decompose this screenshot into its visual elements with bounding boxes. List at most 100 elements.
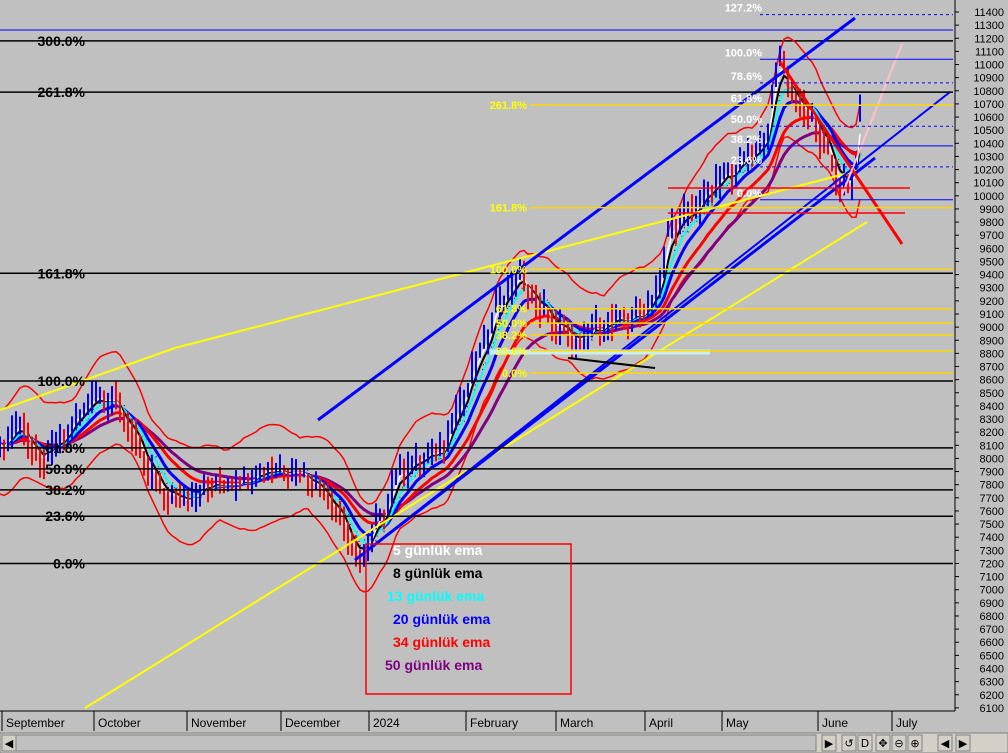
price-tick-label: 10900 [973, 73, 1004, 85]
price-tick-label: 9500 [980, 256, 1004, 268]
fib-main-label: 50.0% [45, 461, 85, 477]
price-tick-label: 10300 [973, 151, 1004, 163]
price-tick-label: 8300 [980, 414, 1004, 426]
price-tick-label: 7400 [980, 532, 1004, 544]
fib-inner-label: 50.0% [731, 114, 762, 126]
zoom-in-button-label: ⊕ [910, 737, 919, 750]
price-tick-label: 10200 [973, 165, 1004, 177]
fib-main-label: 300.0% [38, 33, 86, 49]
scroll-left-button-label: ◀ [5, 737, 14, 750]
fib-main-label: 100.0% [38, 373, 86, 389]
price-tick-label: 7800 [980, 480, 1004, 492]
fib-inner-label: 127.2% [725, 3, 763, 15]
legend-item: 50 günlük ema [385, 657, 482, 673]
price-tick-label: 9600 [980, 243, 1004, 255]
price-tick-label: 7500 [980, 519, 1004, 531]
month-label: November [191, 716, 246, 730]
price-tick-label: 8800 [980, 348, 1004, 360]
price-axis: 6100620063006400 650066006700680069007000… [954, 0, 1008, 715]
fib-inner-label: 0.0% [737, 188, 762, 200]
month-label: May [726, 716, 749, 730]
fib-yellow-label: 161.8% [490, 203, 528, 215]
month-label: February [470, 716, 518, 730]
scroll-right-button-label: ▶ [825, 737, 834, 750]
fib-yellow-label: 23.6% [496, 346, 527, 358]
price-tick-label: 7200 [980, 558, 1004, 570]
price-tick-label: 9800 [980, 217, 1004, 229]
month-label: April [649, 716, 673, 730]
price-tick-label: 7100 [980, 572, 1004, 584]
price-tick-label: 8100 [980, 440, 1004, 452]
price-tick-label: 6100 [980, 703, 1004, 715]
fib-inner-label: 100.0% [725, 47, 763, 59]
month-label: 2024 [373, 716, 400, 730]
price-tick-label: 6400 [980, 664, 1004, 676]
price-tick-label: 6200 [980, 690, 1004, 702]
scrollbar[interactable]: ◀ ▶ ↺ D ✥ ⊖ ⊕ ◀ ▶ [0, 732, 1008, 753]
price-tick-label: 7700 [980, 493, 1004, 505]
price-tick-label: 7600 [980, 506, 1004, 518]
price-tick-label: 9400 [980, 270, 1004, 282]
legend-item: 34 günlük ema [393, 634, 490, 650]
month-label: December [285, 716, 340, 730]
legend-item: 13 günlük ema [387, 588, 484, 604]
fib-inner-label: 38.2% [731, 134, 762, 146]
fib-yellow-label: 261.8% [490, 100, 528, 112]
month-label: March [560, 716, 593, 730]
price-tick-label: 8200 [980, 427, 1004, 439]
fib-yellow-label: 38.2% [496, 330, 527, 342]
month-label: June [822, 716, 848, 730]
price-tick-label: 7300 [980, 545, 1004, 557]
fib-yellow-label: 61.8% [496, 304, 527, 316]
fib-main-label: 38.2% [45, 482, 85, 498]
fib-main-label: 261.8% [38, 84, 86, 100]
fib-yellow-label: 100.0% [490, 264, 528, 276]
fib-yellow-label: 0.0% [502, 368, 527, 380]
price-tick-label: 7900 [980, 467, 1004, 479]
price-tick-label: 11200 [974, 33, 1004, 45]
fib-inner-label: 61.8% [731, 93, 762, 105]
time-axis: September October November December 2024 Febr… [0, 710, 955, 732]
price-tick-label: 6600 [980, 637, 1004, 649]
legend-item: 20 günlük ema [393, 611, 490, 627]
fib-main-label: 23.6% [45, 508, 85, 524]
scrollbar-thumb[interactable] [15, 734, 817, 752]
fib-inner-label: 23.6% [731, 155, 762, 167]
price-tick-label: 10800 [973, 86, 1004, 98]
d-button-label: D [861, 737, 869, 750]
month-label: September [6, 716, 65, 730]
fib-yellow-label: 50.0% [496, 318, 527, 330]
price-tick-label: 10700 [973, 99, 1004, 111]
price-tick-label: 6500 [980, 650, 1004, 662]
price-tick-label: 10400 [973, 138, 1004, 150]
price-tick-label: 7000 [980, 585, 1004, 597]
price-tick-label: 8900 [980, 335, 1004, 347]
price-tick-label: 6900 [980, 598, 1004, 610]
prev-button-label: ◀ [941, 737, 950, 750]
zoom-out-button-label: ⊖ [894, 737, 903, 750]
pan-button-label: ✥ [878, 737, 887, 750]
price-tick-label: 9900 [980, 204, 1004, 216]
price-tick-label: 8700 [980, 362, 1004, 374]
legend-item: 8 günlük ema [393, 565, 483, 581]
fib-main-label: 0.0% [53, 555, 85, 571]
refresh-button-label: ↺ [844, 737, 853, 750]
price-tick-label: 10100 [973, 178, 1004, 190]
price-tick-label: 9700 [980, 230, 1004, 242]
fib-inner-label: 78.6% [731, 71, 762, 83]
next-button-label: ▶ [959, 737, 968, 750]
price-tick-label: 10600 [973, 112, 1004, 124]
price-tick-label: 8400 [980, 401, 1004, 413]
price-tick-label: 11100 [975, 46, 1004, 58]
price-tick-label: 11400 [974, 7, 1004, 19]
price-tick-label: 6300 [980, 677, 1004, 689]
price-tick-label: 11000 [974, 60, 1004, 72]
price-tick-label: 6800 [980, 611, 1004, 623]
price-tick-label: 10000 [973, 191, 1004, 203]
legend-item: 5 günlük ema [393, 542, 483, 558]
price-tick-label: 10500 [973, 125, 1004, 137]
price-tick-label: 8500 [980, 388, 1004, 400]
price-chart: 300.0%261.8%161.8%100.0%61.8%50.0%38.2%2… [0, 0, 1008, 753]
price-tick-label: 6700 [980, 624, 1004, 636]
fib-main-label: 61.8% [45, 440, 85, 456]
